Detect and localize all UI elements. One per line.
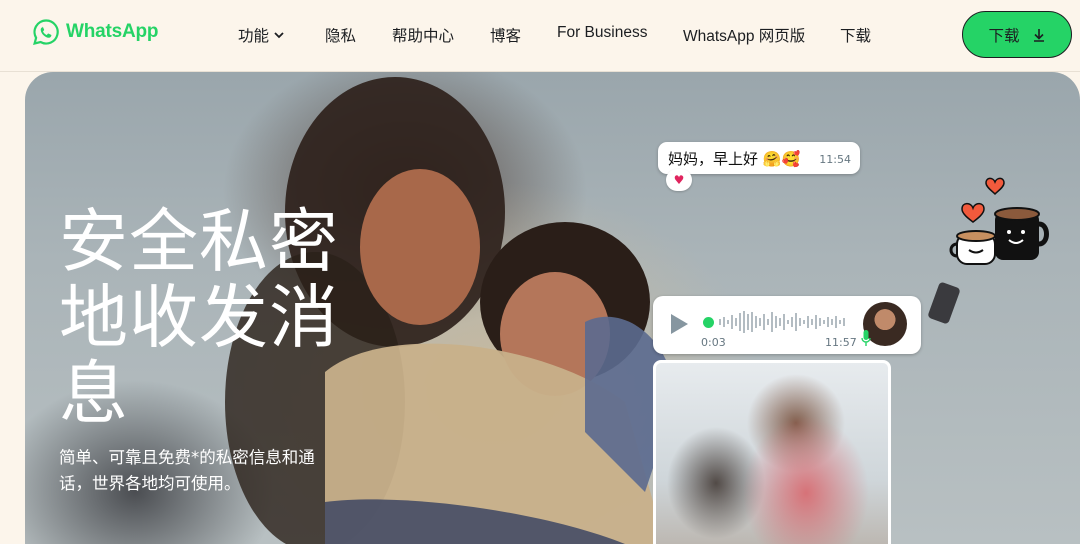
nav-item-label: 帮助中心 [392,28,455,45]
phone-in-hand-icon [928,282,960,324]
shared-photo-card [653,360,891,544]
download-arrow-icon [1033,28,1044,42]
hero-title: 安全私密地收发消息 [59,202,339,434]
play-icon [671,314,688,334]
voice-message-card: 0:03 11:57 [653,296,921,354]
nav-item-label: 隐私 [325,28,357,45]
voice-elapsed-time: 0:03 [701,336,726,349]
nav-item-for-business[interactable]: For Business [557,24,647,42]
nav-item-label: 功能 [238,28,270,45]
hero-subtitle: 简单、可靠且免费*的私密信息和通话，世界各地均可使用。 [59,448,315,493]
download-button[interactable]: 下载 [962,11,1072,58]
chat-message-time: 11:54 [819,153,851,166]
coffee-cups-sticker-icon [949,177,1049,265]
nav-item-label: For Business [557,24,648,41]
nav-item-whatsapp-web[interactable]: WhatsApp 网页版 [683,24,805,46]
nav-item-help-center[interactable]: 帮助中心 [392,24,454,46]
main-nav: 功能 隐私 帮助中心 博客 For Business WhatsApp 网页版 … [0,24,1080,46]
chevron-down-icon [274,32,284,39]
voice-message-time: 11:57 [825,336,857,349]
nav-item-blog[interactable]: 博客 [490,24,521,46]
top-header: WhatsApp 功能 隐私 帮助中心 博客 For Business What… [0,0,1080,72]
nav-item-privacy[interactable]: 隐私 [325,24,356,46]
chat-message-text: 妈妈，早上好 🤗🥰 [668,150,801,168]
nav-item-label: 下载 [840,28,872,45]
nav-item-label: 博客 [490,28,522,45]
nav-item-features[interactable]: 功能 [238,24,285,46]
heart-reaction-icon: ♥ [666,169,692,191]
nav-item-label: WhatsApp 网页版 [683,28,806,45]
chat-message-bubble: 妈妈，早上好 🤗🥰 11:54 [658,142,860,174]
voice-progress-dot [703,317,714,328]
download-button-label: 下载 [988,26,1020,45]
waveform-icon [719,311,845,333]
microphone-icon [861,330,871,346]
nav-item-download[interactable]: 下载 [840,24,871,46]
hero-section: 安全私密地收发消息 简单、可靠且免费*的私密信息和通话，世界各地均可使用。 妈妈… [25,72,1080,544]
